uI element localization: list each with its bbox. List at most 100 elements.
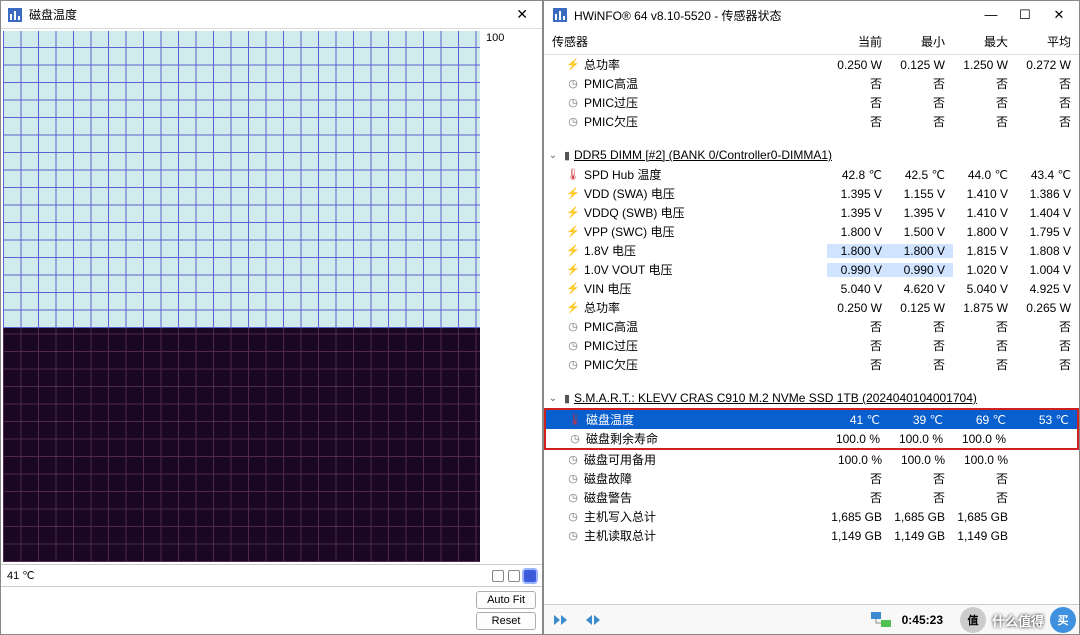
value-min: 1,149 GB xyxy=(890,529,953,543)
header-max[interactable]: 最大 xyxy=(953,33,1016,50)
header-avg[interactable]: 平均 xyxy=(1016,33,1079,50)
value-max: 44.0 ℃ xyxy=(953,168,1016,182)
color-chip-1[interactable] xyxy=(492,570,504,582)
value-current: 1.800 V xyxy=(827,225,890,239)
bolt-icon: ⚡ xyxy=(566,187,580,200)
sensor-row[interactable]: ◷PMIC欠压否否否否 xyxy=(544,355,1079,374)
close-button[interactable]: ✕ xyxy=(508,6,536,23)
maximize-button[interactable]: ☐ xyxy=(1013,7,1037,23)
hwinfo-icon xyxy=(552,7,568,23)
value-avg: 0.265 W xyxy=(1016,301,1079,315)
value-max: 否 xyxy=(953,337,1016,354)
header-current[interactable]: 当前 xyxy=(827,33,890,50)
sensor-row[interactable]: ⚡1.0V VOUT 电压0.990 V0.990 V1.020 V1.004 … xyxy=(544,260,1079,279)
value-max: 1.410 V xyxy=(953,187,1016,201)
graph-window: 磁盘温度 ✕ 100 41 ℃ Auto Fit Reset xyxy=(0,0,543,635)
sensor-row[interactable]: ◷PMIC高温否否否否 xyxy=(544,317,1079,336)
value-min: 100.0 % xyxy=(890,453,953,467)
value-avg: 否 xyxy=(1016,337,1079,354)
chevron-down-icon[interactable]: ⌄ xyxy=(546,150,560,161)
value-min: 否 xyxy=(890,94,953,111)
sensor-row[interactable]: ◷磁盘剩余寿命100.0 %100.0 %100.0 % xyxy=(546,429,1077,448)
clock-icon: ◷ xyxy=(566,96,580,109)
table-header: 传感器 当前 最小 最大 平均 xyxy=(544,29,1079,55)
value-min: 否 xyxy=(890,337,953,354)
color-chip-3[interactable] xyxy=(524,570,536,582)
section-header[interactable]: ⌄▮S.M.A.R.T.: KLEVV CRAS C910 M.2 NVMe S… xyxy=(544,388,1079,408)
section-header[interactable]: ⌄▮DDR5 DIMM [#2] (BANK 0/Controller0-DIM… xyxy=(544,145,1079,165)
clock-icon: ◷ xyxy=(566,510,580,523)
graph-canvas[interactable] xyxy=(3,31,480,562)
value-max: 1.020 V xyxy=(953,263,1016,277)
sensor-name: VDDQ (SWB) 电压 xyxy=(584,204,685,221)
sensor-row[interactable]: ◷主机读取总计1,149 GB1,149 GB1,149 GB xyxy=(544,526,1079,545)
sensor-row[interactable]: ⚡总功率0.250 W0.125 W1.250 W0.272 W xyxy=(544,55,1079,74)
watermark-text: 什么值得 xyxy=(988,611,1048,630)
sensor-name: VPP (SWC) 电压 xyxy=(584,223,674,240)
auto-fit-button[interactable]: Auto Fit xyxy=(476,591,536,609)
clock-icon: ◷ xyxy=(566,77,580,90)
sensor-row[interactable]: ◷磁盘警告否否否 xyxy=(544,488,1079,507)
value-max: 1.410 V xyxy=(953,206,1016,220)
network-icon[interactable] xyxy=(870,610,894,630)
sensor-name: PMIC高温 xyxy=(584,318,638,335)
sensor-row[interactable]: ◷PMIC高温否否否否 xyxy=(544,74,1079,93)
value-max: 否 xyxy=(953,489,1016,506)
sensor-row[interactable]: 🌡SPD Hub 温度42.8 ℃42.5 ℃44.0 ℃43.4 ℃ xyxy=(544,165,1079,184)
watermark-overlay: 值 什么值得 买 xyxy=(956,605,1080,635)
sensor-row[interactable]: ◷磁盘可用备用100.0 %100.0 %100.0 % xyxy=(544,450,1079,469)
sensor-row[interactable]: ⚡VDDQ (SWB) 电压1.395 V1.395 V1.410 V1.404… xyxy=(544,203,1079,222)
value-min: 0.125 W xyxy=(890,301,953,315)
header-min[interactable]: 最小 xyxy=(890,33,953,50)
value-current: 否 xyxy=(827,94,890,111)
graph-controls: Auto Fit Reset xyxy=(1,586,542,634)
sensor-name: 磁盘剩余寿命 xyxy=(586,430,658,447)
sensor-name: 1.8V 电压 xyxy=(584,242,636,259)
table-body[interactable]: ⚡总功率0.250 W0.125 W1.250 W0.272 W◷PMIC高温否… xyxy=(544,55,1079,604)
sensor-row[interactable]: ⚡总功率0.250 W0.125 W1.875 W0.265 W xyxy=(544,298,1079,317)
value-current: 41 ℃ xyxy=(825,413,888,427)
minimize-button[interactable]: — xyxy=(979,7,1003,23)
sensor-row[interactable]: ◷PMIC过压否否否否 xyxy=(544,336,1079,355)
sensor-row[interactable]: ◷PMIC过压否否否否 xyxy=(544,93,1079,112)
reset-button[interactable]: Reset xyxy=(476,612,536,630)
sensor-row[interactable]: ◷磁盘故障否否否 xyxy=(544,469,1079,488)
sensor-row[interactable]: ⚡VIN 电压5.040 V4.620 V5.040 V4.925 V xyxy=(544,279,1079,298)
value-min: 39 ℃ xyxy=(888,413,951,427)
value-avg: 1.404 V xyxy=(1016,206,1079,220)
clock-icon: ◷ xyxy=(566,320,580,333)
sensor-name: 总功率 xyxy=(584,56,620,73)
sensor-row[interactable]: 🌡磁盘温度41 ℃39 ℃69 ℃53 ℃ xyxy=(546,410,1077,429)
value-min: 0.990 V xyxy=(890,263,953,277)
graph-titlebar[interactable]: 磁盘温度 ✕ xyxy=(1,1,542,29)
graph-title: 磁盘温度 xyxy=(29,6,508,23)
sensor-name: 磁盘故障 xyxy=(584,470,632,487)
sensor-name: VIN 电压 xyxy=(584,280,631,297)
chevron-down-icon[interactable]: ⌄ xyxy=(546,393,560,404)
header-sensor[interactable]: 传感器 xyxy=(544,33,827,50)
close-button[interactable]: ✕ xyxy=(1047,7,1071,23)
hwinfo-titlebar[interactable]: HWiNFO® 64 v8.10-5520 - 传感器状态 — ☐ ✕ xyxy=(544,1,1079,29)
sensor-name: 1.0V VOUT 电压 xyxy=(584,261,672,278)
color-chip-2[interactable] xyxy=(508,570,520,582)
value-max: 1.800 V xyxy=(953,225,1016,239)
graph-grid-upper xyxy=(3,31,480,328)
badge-icon: 值 xyxy=(960,607,986,633)
sensor-row[interactable]: ◷PMIC欠压否否否否 xyxy=(544,112,1079,131)
value-max: 69 ℃ xyxy=(951,413,1014,427)
value-avg: 43.4 ℃ xyxy=(1016,168,1079,182)
value-max: 5.040 V xyxy=(953,282,1016,296)
expand-right-icon[interactable] xyxy=(552,610,576,630)
sensor-row[interactable]: ⚡VDD (SWA) 电压1.395 V1.155 V1.410 V1.386 … xyxy=(544,184,1079,203)
collapse-icon[interactable] xyxy=(584,610,608,630)
value-max: 1,685 GB xyxy=(953,510,1016,524)
value-current: 否 xyxy=(827,75,890,92)
value-current: 0.250 W xyxy=(827,58,890,72)
value-current: 1.395 V xyxy=(827,187,890,201)
clock-icon: ◷ xyxy=(566,453,580,466)
value-min: 否 xyxy=(890,489,953,506)
sensor-row[interactable]: ⚡1.8V 电压1.800 V1.800 V1.815 V1.808 V xyxy=(544,241,1079,260)
sensor-row[interactable]: ⚡VPP (SWC) 电压1.800 V1.500 V1.800 V1.795 … xyxy=(544,222,1079,241)
sensor-row[interactable]: ◷主机写入总计1,685 GB1,685 GB1,685 GB xyxy=(544,507,1079,526)
clock-icon: ◷ xyxy=(566,358,580,371)
